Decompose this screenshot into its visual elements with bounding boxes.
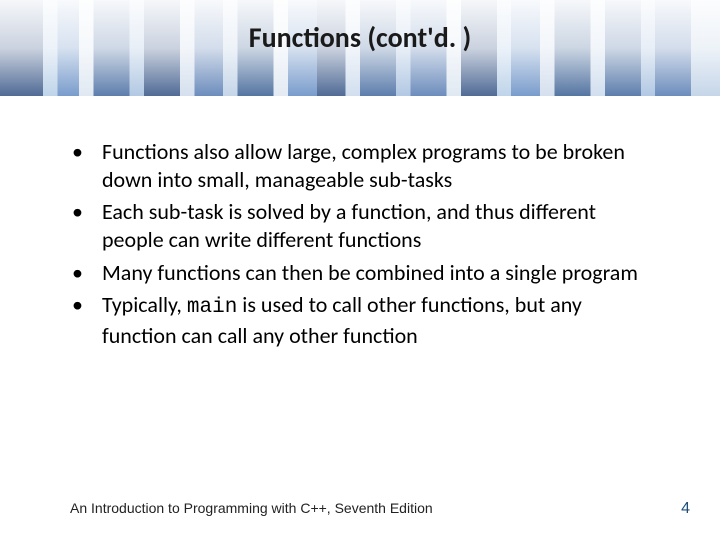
text-run: Typically, bbox=[102, 291, 187, 318]
bullet-text: Typically, main is used to call other fu… bbox=[102, 291, 655, 350]
bullet-item: • Typically, main is used to call other … bbox=[70, 291, 655, 350]
bullet-icon: • bbox=[70, 259, 102, 287]
slide-body: • Functions also allow large, complex pr… bbox=[70, 138, 655, 354]
bullet-icon: • bbox=[70, 138, 102, 166]
footer-text: An Introduction to Programming with C++,… bbox=[70, 500, 433, 516]
bullet-icon: • bbox=[70, 291, 102, 319]
bullet-item: • Many functions can then be combined in… bbox=[70, 259, 655, 287]
page-number: 4 bbox=[681, 500, 690, 518]
bullet-text: Each sub-task is solved by a function, a… bbox=[102, 198, 655, 254]
slide-footer: An Introduction to Programming with C++,… bbox=[70, 500, 690, 518]
bullet-item: • Functions also allow large, complex pr… bbox=[70, 138, 655, 194]
code-run: main bbox=[187, 296, 237, 319]
slide-title: Functions (cont'd. ) bbox=[0, 20, 720, 55]
bullet-icon: • bbox=[70, 198, 102, 226]
bullet-text: Functions also allow large, complex prog… bbox=[102, 138, 655, 194]
bullet-text: Many functions can then be combined into… bbox=[102, 259, 655, 287]
bullet-item: • Each sub-task is solved by a function,… bbox=[70, 198, 655, 254]
